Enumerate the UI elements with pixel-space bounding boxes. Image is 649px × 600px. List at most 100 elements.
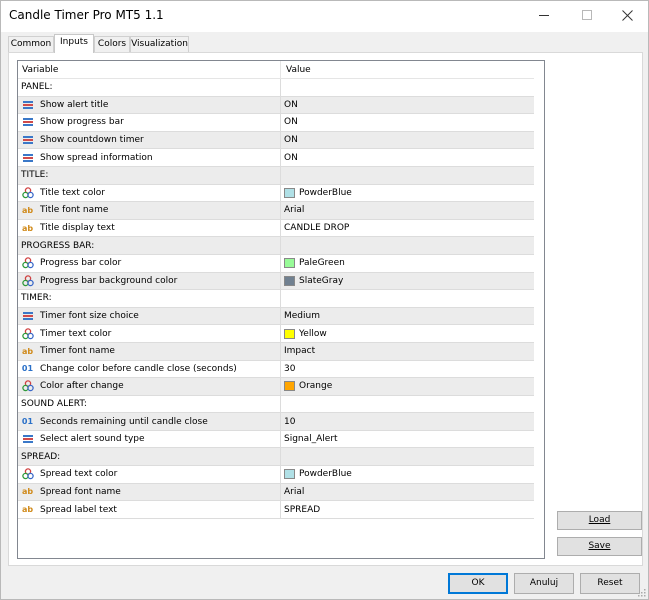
value-cell[interactable]: SPREAD: [280, 501, 544, 518]
color-palette-icon: [21, 257, 34, 269]
variable-cell: Title text color: [18, 185, 280, 202]
table-row[interactable]: Title text color PowderBlue: [18, 184, 544, 203]
string-icon: ab: [21, 505, 34, 515]
value-cell[interactable]: CANDLE DROP: [280, 219, 544, 237]
variable-cell: Show progress bar: [18, 114, 280, 131]
color-swatch[interactable]: [284, 187, 295, 198]
value-cell[interactable]: Orange: [280, 378, 544, 395]
table-row[interactable]: Timer text color Yellow: [18, 325, 544, 343]
value-cell[interactable]: ON: [280, 114, 544, 131]
table-row[interactable]: Timer font size choice Medium: [18, 307, 544, 326]
reset-button[interactable]: Reset: [580, 573, 640, 594]
section-row: TIMER:: [18, 290, 544, 308]
window-title: Candle Timer Pro MT5 1.1: [9, 8, 164, 22]
value-cell: [280, 79, 544, 96]
variable-label: Progress bar background color: [40, 275, 178, 286]
color-swatch[interactable]: [284, 275, 295, 286]
section-label: PANEL:: [21, 82, 53, 93]
variable-cell: Show alert title: [18, 97, 280, 114]
value-text: Impact: [284, 346, 316, 357]
column-header-value[interactable]: Value: [280, 61, 520, 79]
section-row: SOUND ALERT:: [18, 395, 544, 414]
maximize-button[interactable]: [565, 1, 609, 29]
minimize-button[interactable]: [522, 1, 566, 29]
enum-icon: [21, 152, 34, 164]
value-cell[interactable]: Arial: [280, 202, 544, 219]
variable-cell: Progress bar background color: [18, 273, 280, 290]
section-label: TITLE:: [21, 170, 49, 181]
table-row[interactable]: Progress bar background color SlateGray: [18, 272, 544, 291]
value-cell[interactable]: Medium: [280, 307, 544, 325]
table-row[interactable]: ab Timer font name Impact: [18, 342, 544, 361]
minimize-icon: [539, 14, 549, 16]
string-icon: ab: [21, 346, 34, 356]
close-button[interactable]: [605, 1, 649, 29]
value-text: Signal_Alert: [284, 434, 338, 445]
cancel-button[interactable]: Anuluj: [514, 573, 574, 594]
value-cell[interactable]: PowderBlue: [280, 184, 544, 202]
table-row[interactable]: Color after change Orange: [18, 378, 544, 396]
section-row: PROGRESS BAR:: [18, 237, 544, 255]
value-cell[interactable]: Arial: [280, 483, 544, 501]
tab-visualization[interactable]: Visualization: [130, 36, 189, 52]
value-cell[interactable]: PowderBlue: [280, 466, 544, 483]
table-row[interactable]: Spread text color PowderBlue: [18, 466, 544, 484]
table-row[interactable]: 01 Seconds remaining until candle close 10: [18, 413, 544, 431]
value-cell[interactable]: SlateGray: [280, 272, 544, 290]
value-cell[interactable]: ON: [280, 149, 544, 166]
variable-label: Title text color: [40, 187, 105, 198]
variable-cell: Spread text color: [18, 466, 280, 483]
variable-cell: 01 Change color before candle close (seco…: [18, 361, 280, 378]
table-row[interactable]: Show progress bar ON: [18, 114, 544, 132]
save-button[interactable]: Save: [557, 537, 642, 556]
table-row[interactable]: ab Title font name Arial: [18, 202, 544, 220]
value-cell[interactable]: Signal_Alert: [280, 430, 544, 448]
section-label: SPREAD:: [21, 451, 61, 462]
value-text: Orange: [299, 381, 333, 392]
value-text: PowderBlue: [299, 187, 352, 198]
color-swatch[interactable]: [284, 381, 295, 392]
grid-scroll-area: [534, 61, 544, 558]
color-swatch[interactable]: [284, 469, 295, 480]
ok-button[interactable]: OK: [448, 573, 508, 594]
table-row[interactable]: ab Spread label text SPREAD: [18, 501, 544, 519]
table-row[interactable]: Select alert sound type Signal_Alert: [18, 430, 544, 449]
value-cell[interactable]: 30: [280, 360, 544, 378]
string-icon: ab: [21, 223, 34, 233]
title-bar: Candle Timer Pro MT5 1.1: [1, 1, 648, 32]
variable-cell: Select alert sound type: [18, 431, 280, 448]
table-row[interactable]: ab Spread font name Arial: [18, 483, 544, 502]
section-label: SOUND ALERT:: [21, 398, 87, 409]
table-row[interactable]: ab Title display text CANDLE DROP: [18, 219, 544, 238]
table-row[interactable]: 01 Change color before candle close (seco…: [18, 360, 544, 379]
integer-icon: 01: [21, 364, 34, 374]
resize-grip-icon[interactable]: [636, 587, 646, 597]
variable-label: Show alert title: [40, 99, 109, 110]
color-swatch[interactable]: [284, 328, 295, 339]
value-cell[interactable]: ON: [280, 131, 544, 149]
table-row[interactable]: Show spread information ON: [18, 149, 544, 167]
table-row[interactable]: Show alert title ON: [18, 96, 544, 115]
grid-rows: PANEL: Show alert title ON Show progress ba…: [18, 79, 544, 519]
value-text: Medium: [284, 311, 320, 322]
section-row: SPREAD:: [18, 448, 544, 467]
section-label: TIMER:: [21, 293, 52, 304]
value-text: 30: [284, 363, 296, 374]
value-cell[interactable]: Yellow: [280, 325, 544, 342]
value-cell: [280, 237, 544, 254]
value-cell[interactable]: PaleGreen: [280, 254, 544, 272]
table-row[interactable]: Show countdown timer ON: [18, 131, 544, 150]
tab-inputs[interactable]: Inputs: [54, 34, 94, 53]
table-row[interactable]: Progress bar color PaleGreen: [18, 254, 544, 273]
value-cell[interactable]: ON: [280, 96, 544, 114]
value-cell[interactable]: 10: [280, 413, 544, 430]
value-cell[interactable]: Impact: [280, 342, 544, 360]
variable-label: Timer text color: [40, 328, 112, 339]
load-button[interactable]: Load: [557, 511, 642, 530]
string-icon: ab: [21, 487, 34, 497]
column-header-variable[interactable]: Variable: [22, 65, 58, 75]
color-swatch[interactable]: [284, 258, 295, 269]
tab-common[interactable]: Common: [8, 36, 54, 52]
color-palette-icon: [21, 327, 34, 340]
tab-colors[interactable]: Colors: [94, 36, 130, 52]
